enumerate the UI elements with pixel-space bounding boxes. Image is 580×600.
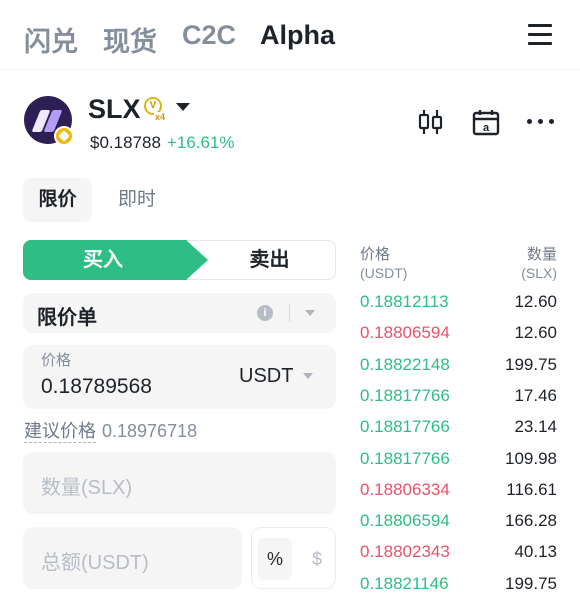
token-price: $0.18788 (90, 133, 161, 152)
suggested-price: 建议价格 0.18976718 (24, 417, 197, 443)
orderbook-qty: 109.98 (505, 448, 557, 468)
token-price-line: $0.18788 +16.61% (90, 133, 235, 153)
orderbook-row[interactable]: 0.18802343 40.13 (360, 542, 557, 568)
orderbook-row[interactable]: 0.18812113 12.60 (360, 292, 557, 318)
unit-chevron-down-icon[interactable] (303, 373, 313, 379)
tab-alpha[interactable]: Alpha (260, 20, 335, 51)
quantity-placeholder: 数量(SLX) (41, 477, 133, 499)
orderbook-row[interactable]: 0.18822148 199.75 (360, 355, 557, 381)
total-input[interactable]: 总额(USDT) (23, 527, 242, 589)
token-dropdown-icon[interactable] (176, 103, 190, 111)
candlestick-chart-icon[interactable] (418, 108, 444, 136)
orderbook-qty: 199.75 (505, 354, 557, 374)
orderbook-price: 0.18817766 (360, 385, 450, 405)
tab-c2c[interactable]: C2C (182, 20, 236, 51)
orderbook-row[interactable]: 0.18817766 17.46 (360, 386, 557, 412)
orderbook-row[interactable]: 0.18817766 109.98 (360, 449, 557, 475)
orderbook-row[interactable]: 0.18806594 166.28 (360, 511, 557, 537)
calendar-icon[interactable]: a (472, 108, 500, 136)
orderbook-price: 0.18817766 (360, 448, 450, 468)
boost-multiplier: x4 (154, 112, 167, 122)
tab-swap[interactable]: 闪兑 (24, 20, 78, 59)
orderbook-qty: 12.60 (514, 292, 557, 311)
orderbook-qty: 17.46 (514, 385, 557, 405)
tab-limit[interactable]: 限价 (23, 178, 92, 222)
orderbook-price: 0.18822148 (360, 354, 450, 374)
tab-spot[interactable]: 现货 (103, 20, 157, 59)
token-change: +16.61% (166, 133, 235, 152)
orderbook-row[interactable]: 0.18806594 12.60 (360, 323, 557, 349)
price-input-value[interactable]: 0.18789568 (41, 375, 152, 399)
orderbook-qty: 199.75 (505, 573, 557, 593)
suggested-price-label[interactable]: 建议价格 (24, 421, 96, 443)
price-unit-select[interactable]: USDT (239, 365, 293, 388)
orderbook-price: 0.18821146 (360, 573, 449, 593)
orderbook-price: 0.18812113 (360, 292, 449, 311)
orderbook-row[interactable]: 0.18806334 116.61 (360, 480, 557, 506)
orderbook-qty-unit: (SLX) (521, 265, 557, 281)
orderbook-price-unit: (USDT) (360, 265, 408, 281)
orderbook-qty: 166.28 (505, 511, 557, 531)
quantity-input[interactable]: 数量(SLX) (23, 452, 336, 514)
buy-sell-toggle: 买入 卖出 (23, 240, 336, 280)
orderbook-price: 0.18802343 (360, 542, 450, 562)
token-symbol[interactable]: SLX (88, 94, 141, 125)
more-icon[interactable] (527, 119, 555, 125)
orderbook-price: 0.18806334 (360, 479, 450, 499)
sell-label[interactable]: 卖出 (203, 240, 336, 280)
orderbook-price: 0.18806594 (360, 511, 450, 531)
buy-label[interactable]: 买入 (23, 240, 183, 280)
amount-mode-toggle: % $ (251, 527, 336, 589)
order-type-select[interactable]: 限价单 i (23, 293, 336, 333)
orderbook-qty: 40.13 (514, 542, 557, 562)
total-placeholder: 总额(USDT) (41, 552, 149, 574)
chain-badge-icon (54, 126, 74, 146)
orderbook-price: 0.18806594 (360, 323, 450, 343)
orderbook-qty-header: 数量 (526, 246, 557, 263)
orderbook-row[interactable]: 0.18817766 23.14 (360, 417, 557, 443)
orderbook-row[interactable]: 0.18821146 199.75 (360, 574, 557, 600)
percent-button[interactable]: % (258, 538, 292, 580)
top-nav: 闪兑 现货 C2C Alpha (0, 0, 580, 70)
chevron-down-icon[interactable] (305, 310, 315, 316)
suggested-price-value[interactable]: 0.18976718 (102, 421, 197, 441)
price-input[interactable]: 价格 0.18789568 USDT (23, 345, 336, 409)
svg-text:a: a (483, 122, 490, 134)
orderbook-price: 0.18817766 (360, 417, 450, 437)
orderbook-qty: 23.14 (514, 417, 557, 437)
orderbook-qty: 116.61 (506, 479, 557, 499)
price-input-label: 价格 (41, 352, 72, 369)
tab-instant[interactable]: 即时 (104, 178, 170, 222)
menu-icon[interactable] (528, 24, 552, 46)
dollar-button[interactable]: $ (302, 538, 332, 580)
orderbook-price-header: 价格 (360, 246, 391, 263)
divider (289, 304, 290, 322)
order-type-label: 限价单 (37, 307, 97, 329)
orderbook-qty: 12.60 (514, 323, 557, 343)
info-icon[interactable]: i (257, 305, 273, 321)
